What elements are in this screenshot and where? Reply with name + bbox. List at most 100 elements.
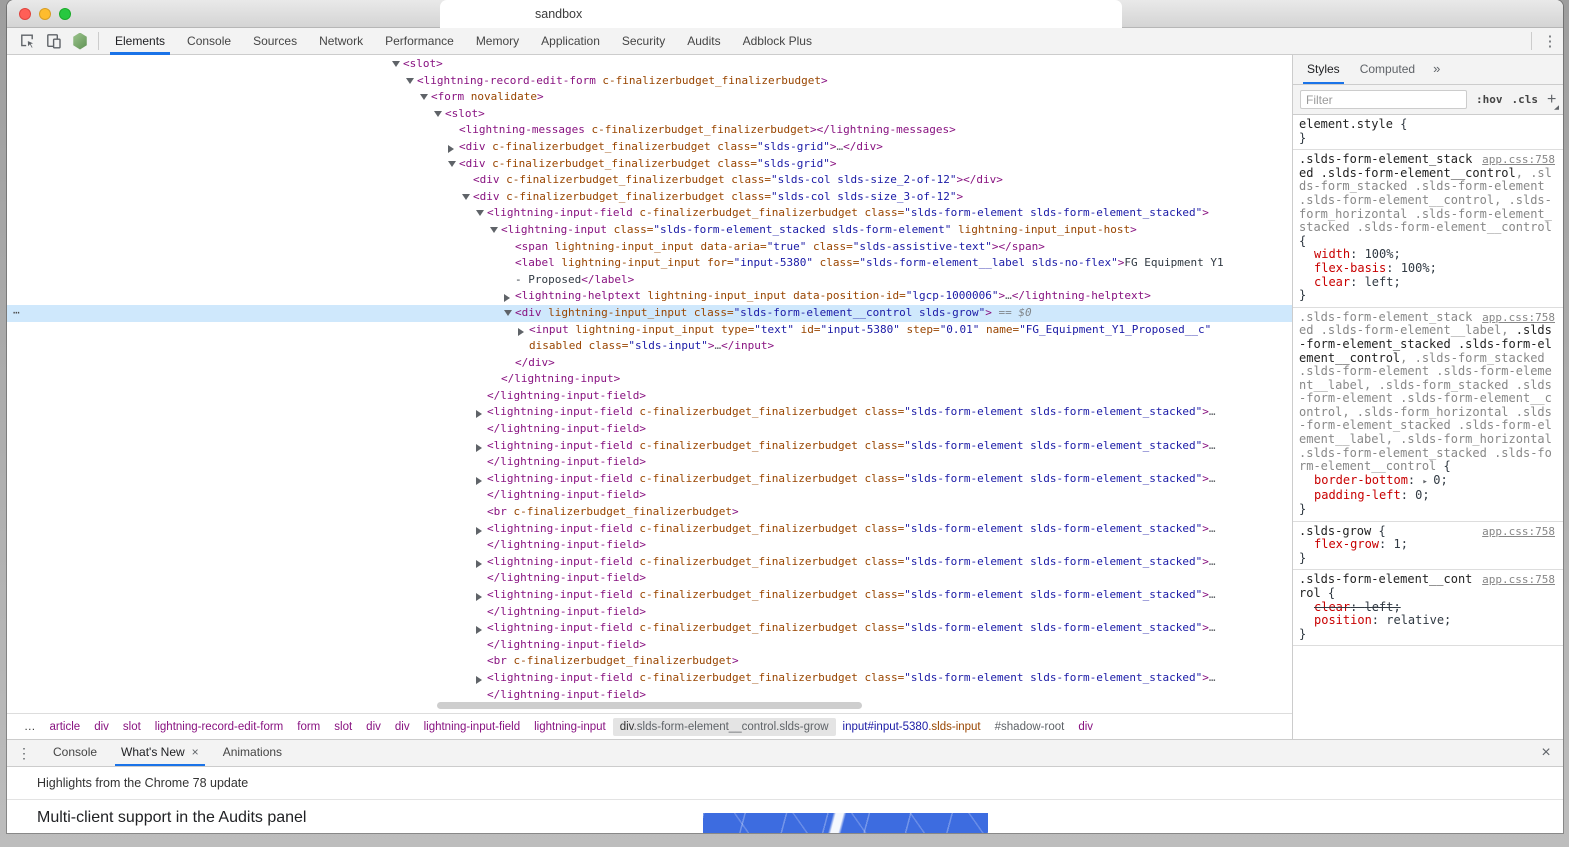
expand-arrow-closed-icon[interactable] [476, 559, 482, 568]
dom-tree-node[interactable]: <div c-finalizerbudget_finalizerbudget c… [7, 139, 1292, 156]
expand-arrow-closed-icon[interactable] [476, 410, 482, 419]
style-rule[interactable]: app.css:758 .slds-form-element_stacked .s… [1293, 150, 1563, 308]
panel-tab-audits[interactable]: Audits [676, 28, 731, 55]
dom-tree-node[interactable]: <lightning-input-field c-finalizerbudget… [7, 205, 1292, 222]
dom-tree-node[interactable]: <lightning-input-field c-finalizerbudget… [7, 670, 1292, 687]
breadcrumb-item[interactable]: #shadow-root [988, 718, 1072, 736]
dom-tree-node[interactable]: disabled class="slds-input">…</input> [7, 338, 1292, 355]
toggle-element-state-button[interactable]: :hov [1476, 93, 1503, 106]
shorthand-expand-icon[interactable]: ▸ [1422, 477, 1433, 487]
breadcrumb-item[interactable]: div [388, 718, 417, 736]
panel-tab-application[interactable]: Application [530, 28, 611, 55]
panel-tab-performance[interactable]: Performance [374, 28, 465, 55]
breadcrumb-item[interactable]: div [1071, 718, 1100, 736]
dom-tree-node-selected[interactable]: ⋯ <div lightning-input_input class="slds-… [7, 304, 1292, 322]
breadcrumb-item[interactable]: div [87, 718, 116, 736]
drawer-menu-kebab-icon[interactable]: ⋮ [7, 740, 41, 766]
breadcrumb-item[interactable]: slot [116, 718, 148, 736]
dom-tree-node[interactable]: <lightning-input-field c-finalizerbudget… [7, 554, 1292, 571]
panel-tab-sources[interactable]: Sources [242, 28, 308, 55]
dom-tree-node[interactable]: <br c-finalizerbudget_finalizerbudget> [7, 504, 1292, 521]
expand-arrow-open-icon[interactable] [392, 61, 400, 67]
expand-arrow-open-icon[interactable] [448, 160, 456, 167]
breadcrumb-item[interactable]: … [17, 718, 43, 736]
dom-tree-node[interactable]: </lightning-input-field> [7, 604, 1292, 621]
node-extension-icon[interactable] [67, 28, 93, 54]
expand-arrow-open-icon[interactable] [420, 94, 428, 101]
panel-tab-adblock-plus[interactable]: Adblock Plus [732, 28, 823, 55]
new-style-rule-button[interactable]: + [1547, 91, 1556, 108]
dom-tree-node[interactable]: <lightning-record-edit-form c-finalizerb… [7, 73, 1292, 90]
stylesheet-source-link[interactable]: app.css:758 [1482, 153, 1555, 167]
style-rule[interactable]: app.css:758 .slds-form-element__control {… [1293, 570, 1563, 647]
dom-tree-node[interactable]: <div c-finalizerbudget_finalizerbudget c… [7, 189, 1292, 206]
dom-tree-node[interactable]: </div> [7, 355, 1292, 372]
expand-arrow-open-icon[interactable] [490, 226, 498, 233]
drawer-tab-what-s-new[interactable]: What's New × [109, 740, 211, 766]
panel-tab-network[interactable]: Network [308, 28, 374, 55]
expand-arrow-open-icon[interactable] [504, 309, 512, 316]
dom-tree-node[interactable]: <br c-finalizerbudget_finalizerbudget> [7, 653, 1292, 670]
main-menu-kebab-icon[interactable]: ⋮ [1537, 32, 1563, 50]
drawer-tab-console[interactable]: Console [41, 740, 109, 766]
panel-tab-security[interactable]: Security [611, 28, 676, 55]
expand-arrow-open-icon[interactable] [406, 77, 414, 84]
expand-arrow-closed-icon[interactable] [448, 144, 454, 153]
element-classes-button[interactable]: .cls [1512, 93, 1539, 106]
dom-tree-node[interactable]: <slot> [7, 56, 1292, 73]
dom-tree-node[interactable]: <lightning-helptext lightning-input_inpu… [7, 288, 1292, 305]
dom-tree-node[interactable]: <lightning-input-field c-finalizerbudget… [7, 620, 1292, 637]
expand-arrow-open-icon[interactable] [434, 110, 442, 117]
styles-filter-input[interactable] [1300, 90, 1467, 109]
expand-arrow-open-icon[interactable] [476, 210, 484, 217]
dom-tree-node[interactable]: <lightning-messages c-finalizerbudget_fi… [7, 122, 1292, 139]
close-tab-icon[interactable]: × [192, 745, 199, 759]
close-drawer-icon[interactable]: × [1529, 740, 1563, 766]
dom-tree-node[interactable]: <span lightning-input_input data-aria="t… [7, 239, 1292, 256]
breadcrumb-item[interactable]: div.slds-form-element__control.slds-grow [612, 717, 836, 736]
expand-arrow-closed-icon[interactable] [476, 526, 482, 535]
stylesheet-source-link[interactable]: app.css:758 [1482, 311, 1555, 325]
expand-arrow-closed-icon[interactable] [504, 294, 510, 303]
dom-tree-node[interactable]: <lightning-input-field c-finalizerbudget… [7, 471, 1292, 488]
whats-new-heading[interactable]: Multi-client support in the Audits panel [37, 809, 306, 827]
style-rule[interactable]: app.css:758 .slds-form-element_stacked .s… [1293, 308, 1563, 522]
whats-new-banner-image[interactable] [703, 813, 988, 833]
css-property[interactable]: padding-left: 0; [1299, 489, 1555, 503]
expand-arrow-closed-icon[interactable] [476, 675, 482, 684]
breadcrumb-item[interactable]: form [290, 718, 327, 736]
dom-tree-node[interactable]: </lightning-input> [7, 371, 1292, 388]
dom-tree-node[interactable]: <lightning-input-field c-finalizerbudget… [7, 404, 1292, 421]
css-property[interactable]: clear: left; [1299, 275, 1555, 290]
device-toolbar-icon[interactable] [41, 28, 67, 54]
dom-tree-node[interactable]: </lightning-input-field> [7, 421, 1292, 438]
dom-tree-node[interactable]: - Proposed</label> [7, 272, 1292, 289]
css-property[interactable]: width: 100%; [1299, 248, 1555, 262]
dom-tree-node[interactable]: </lightning-input-field> [7, 454, 1292, 471]
close-window-button[interactable] [19, 8, 31, 20]
horizontal-scrollbar[interactable] [437, 702, 862, 709]
sidebar-tab-styles[interactable]: Styles [1297, 55, 1350, 84]
dom-tree-node[interactable]: <div c-finalizerbudget_finalizerbudget c… [7, 172, 1292, 189]
dom-tree-node[interactable]: </lightning-input-field> [7, 537, 1292, 554]
stylesheet-source-link[interactable]: app.css:758 [1482, 525, 1555, 539]
breadcrumb-item[interactable]: slot [327, 718, 359, 736]
breadcrumb-item[interactable]: div [359, 718, 388, 736]
sidebar-tab-computed[interactable]: Computed [1350, 55, 1425, 84]
expand-arrow-closed-icon[interactable] [476, 443, 482, 452]
dom-tree-node[interactable]: <label lightning-input_input for="input-… [7, 255, 1292, 272]
panel-tab-elements[interactable]: Elements [104, 28, 176, 55]
dom-tree-node[interactable]: </lightning-input-field> [7, 487, 1292, 504]
dom-tree-node[interactable]: <lightning-input-field c-finalizerbudget… [7, 587, 1292, 604]
dom-tree-node[interactable]: </lightning-input-field> [7, 637, 1292, 654]
style-rule[interactable]: app.css:758 .slds-grow {flex-grow: 1;} [1293, 522, 1563, 571]
inspect-element-icon[interactable] [15, 28, 41, 54]
expand-arrow-closed-icon[interactable] [476, 476, 482, 485]
panel-tab-memory[interactable]: Memory [465, 28, 530, 55]
breadcrumb-item[interactable]: lightning-input-field [417, 718, 528, 736]
breadcrumb-item[interactable]: lightning-record-edit-form [148, 718, 290, 736]
css-property[interactable]: position: relative; [1299, 613, 1555, 628]
dom-tree-node[interactable]: <lightning-input class="slds-form-elemen… [7, 222, 1292, 239]
css-property[interactable]: flex-grow: 1; [1299, 537, 1555, 552]
minimize-window-button[interactable] [39, 8, 51, 20]
